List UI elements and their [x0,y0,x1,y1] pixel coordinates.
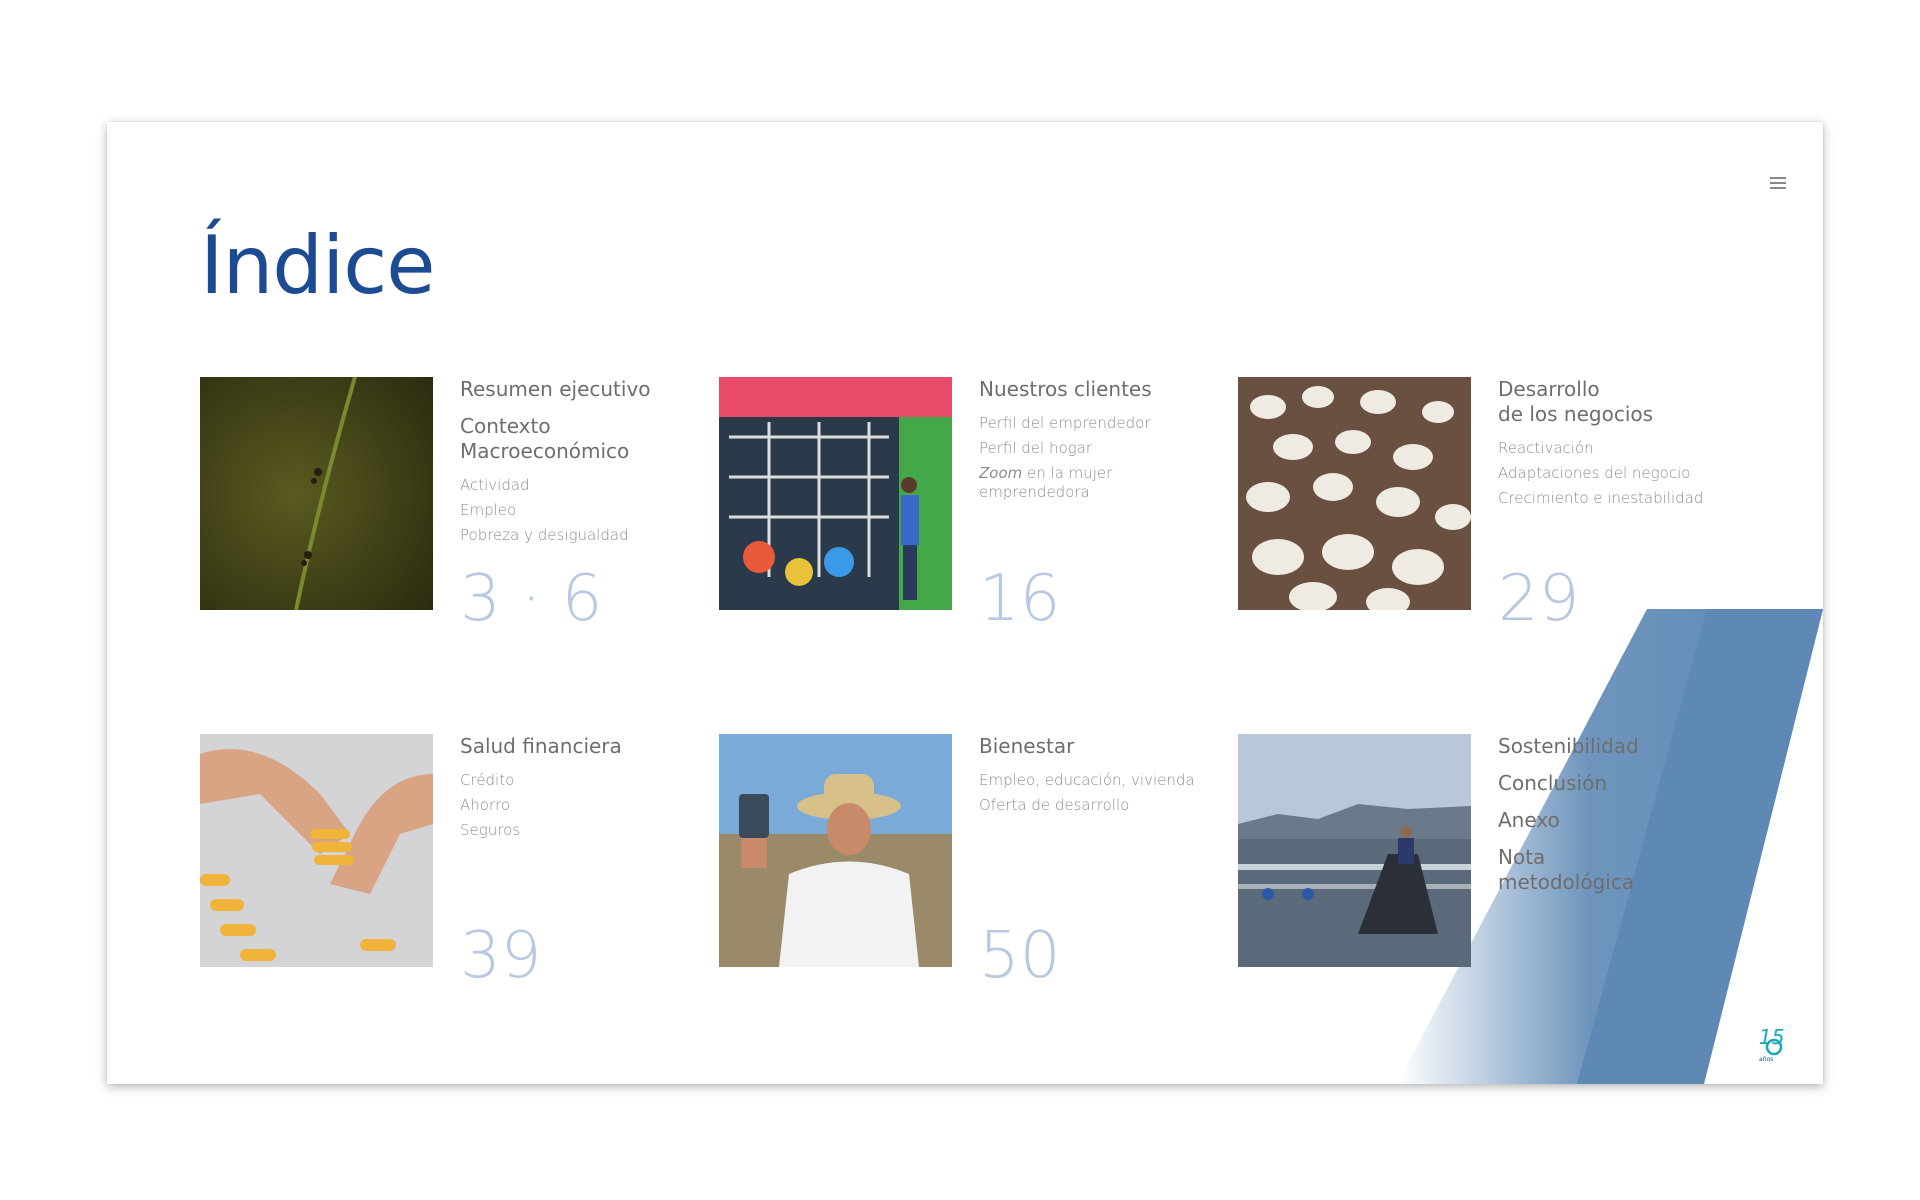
page-number: 50 [979,919,1061,993]
page-number: 16 [979,562,1061,636]
section-card-resumen[interactable]: Resumen ejecutivo Contexto Macroeconómic… [200,377,700,677]
page-number: 3 · 6 [460,562,603,636]
section-card-clientes[interactable]: Nuestros clientes Perfil del emprendedor… [719,377,1219,677]
index-page: Índice Resumen ejecutivo Contexto Macroe… [107,122,1823,1084]
page-number: 39 [460,919,542,993]
hamburger-menu-icon[interactable] [1770,177,1786,191]
section-heading: Salud financiera [460,734,622,758]
section-heading: Resumen ejecutivo [460,377,651,401]
section-subitem: Empleo [460,501,517,519]
section-subitem-zoom: Zoom en la mujer emprendedora [979,464,1219,502]
section-subitem: Oferta de desarrollo [979,796,1130,814]
section-card-bienestar[interactable]: Bienestar Empleo, educación, vivienda Of… [719,734,1219,1034]
section-heading: Nuestros clientes [979,377,1152,401]
fish-farm-photo [1238,734,1471,967]
section-subitem: Perfil del hogar [979,439,1093,457]
section-heading: Sostenibilidad [1498,734,1639,758]
recycling-shop-photo [719,377,952,610]
hands-dough-photo [200,734,433,967]
section-heading: Nota metodológica [1498,845,1635,894]
plant-stem-photo [200,377,433,610]
section-subitem: Seguros [460,821,521,839]
section-subitem: Reactivación [1498,439,1594,457]
section-card-salud[interactable]: Salud financiera Crédito Ahorro Seguros … [200,734,700,1034]
section-subitem: Actividad [460,476,530,494]
woman-with-jar-photo [719,734,952,967]
section-heading: Contexto Macroeconómico [460,414,630,463]
section-subitem: Adaptaciones del negocio [1498,464,1691,482]
page-number: 29 [1498,562,1580,636]
section-card-desarrollo[interactable]: Desarrollo de los negocios Reactivación … [1238,377,1738,677]
section-heading: Desarrollo de los negocios [1498,377,1654,426]
section-heading: Bienestar [979,734,1075,758]
section-card-sostenibilidad[interactable]: Sostenibilidad Conclusión Anexo Nota met… [1238,734,1738,1034]
section-subitem: Perfil del emprendedor [979,414,1151,432]
section-heading: Anexo [1498,808,1560,832]
section-subitem: Pobreza y desigualdad [460,526,629,544]
anniversary-logo-icon: 15 años [1757,1024,1787,1064]
page-title: Índice [200,219,436,312]
section-subitem: Ahorro [460,796,511,814]
section-heading: Conclusión [1498,771,1607,795]
zoom-emphasis: Zoom [979,464,1023,482]
chickens-photo [1238,377,1471,610]
section-subitem: Crédito [460,771,515,789]
logo-tagline: años [1759,1056,1773,1063]
section-subitem: Empleo, educación, vivienda [979,771,1195,789]
section-subitem: Crecimiento e inestabilidad [1498,489,1704,507]
